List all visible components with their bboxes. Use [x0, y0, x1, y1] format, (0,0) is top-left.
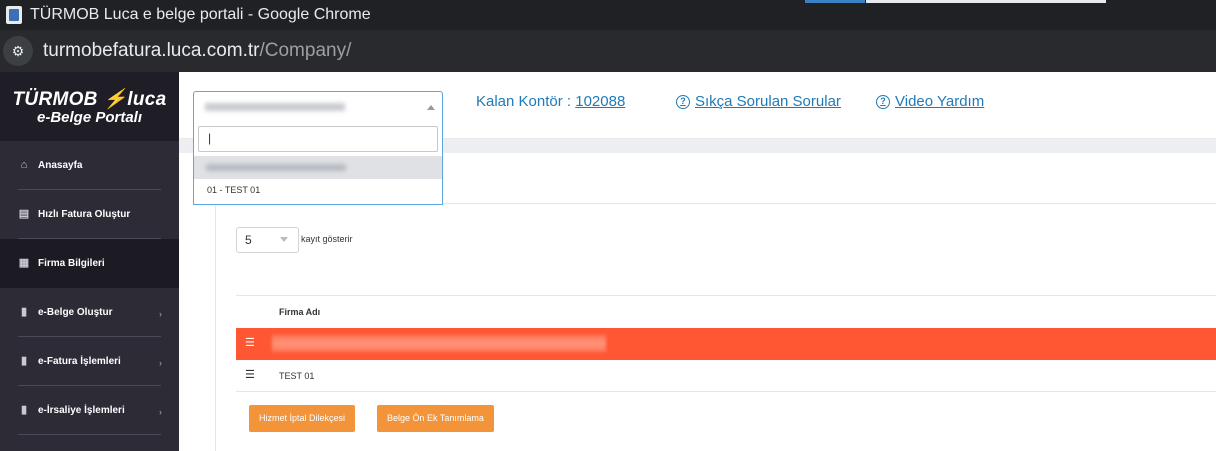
help-circle-icon: ? — [676, 94, 690, 109]
building-icon: ▦ — [18, 257, 30, 269]
kontor-value-link[interactable]: 102088 — [575, 93, 625, 110]
video-link-label: Video Yardım — [895, 93, 985, 110]
chevron-right-icon: › — [159, 309, 162, 319]
caret-up-icon — [427, 105, 435, 110]
faq-link[interactable]: ? Sıkça Sorulan Sorular — [676, 93, 841, 110]
sidebar-item-hizli-fatura[interactable]: ▤ Hızlı Fatura Oluştur — [0, 190, 179, 239]
sidebar-item-label: e-Belge Oluştur — [38, 307, 113, 318]
home-icon: ⌂ — [20, 159, 28, 171]
sidebar-item-label: Firma Bilgileri — [38, 258, 105, 269]
sidebar-item-efatura-islemleri[interactable]: ▮ e-Fatura İşlemleri › — [0, 337, 179, 386]
url-text[interactable]: turmobefatura.luca.com.tr/Company/ — [43, 40, 351, 62]
logo-line2: e-Belge Portalı — [36, 109, 143, 126]
sidebar-item-label: e-İrsaliye İşlemleri — [38, 405, 125, 416]
logo-line1: TÜRMOB ⚡luca — [12, 89, 167, 110]
document-icon: ▮ — [20, 404, 28, 416]
list-icon[interactable]: ☰ — [245, 370, 255, 381]
page-length-select[interactable]: 5 — [236, 227, 299, 253]
sidebar: TÜRMOB ⚡luca e-Belge Portalı ⌂ Anasayfa … — [0, 72, 179, 451]
column-header-firma-adi[interactable]: Firma Adı — [279, 307, 320, 317]
url-path: /Company/ — [259, 40, 352, 61]
faq-link-label: Sıkça Sorulan Sorular — [695, 93, 841, 110]
redacted-option-text — [206, 164, 346, 171]
sidebar-item-label: Hızlı Fatura Oluştur — [38, 209, 131, 220]
chevron-right-icon: › — [159, 407, 162, 417]
sidebar-item-eirsaliye-islemleri[interactable]: ▮ e-İrsaliye İşlemleri › — [0, 386, 179, 435]
sidebar-item-label: Anasayfa — [38, 160, 83, 171]
document-icon: ▮ — [20, 306, 28, 318]
table-cell-name: TEST 01 — [279, 371, 315, 381]
list-icon[interactable]: ☰ — [245, 338, 255, 349]
redacted-company-name — [272, 335, 606, 352]
sidebar-item-anasayfa[interactable]: ⌂ Anasayfa — [0, 141, 179, 190]
caret-down-icon — [280, 237, 288, 242]
turmob-logo[interactable]: TÜRMOB ⚡luca e-Belge Portalı — [0, 72, 179, 141]
tab-indicator — [805, 0, 865, 3]
page-favicon-icon — [6, 6, 22, 24]
document-prefix-button[interactable]: Belge Ön Ek Tanımlama — [377, 405, 494, 432]
address-bar[interactable]: ⚙ turmobefatura.luca.com.tr/Company/ — [0, 30, 1216, 72]
dropdown-option-highlighted[interactable] — [194, 156, 442, 179]
file-icon: ▤ — [18, 208, 30, 220]
sidebar-menu: ⌂ Anasayfa ▤ Hızlı Fatura Oluştur ▦ Firm… — [0, 141, 179, 435]
site-settings-icon[interactable]: ⚙ — [3, 36, 33, 66]
tab-indicator-secondary — [866, 0, 1106, 3]
window-title: TÜRMOB Luca e belge portali - Google Chr… — [30, 6, 371, 23]
chevron-right-icon: › — [159, 358, 162, 368]
table-header: Firma Adı — [236, 295, 1216, 328]
page-length-label: kayıt gösterir — [301, 234, 353, 244]
dropdown-option[interactable]: 01 - TEST 01 — [207, 185, 260, 195]
company-search-input[interactable]: | — [198, 126, 438, 152]
table-row[interactable]: ☰ TEST 01 — [236, 360, 1216, 392]
table-row-selected[interactable]: ☰ — [236, 328, 1216, 360]
video-help-link[interactable]: ? Video Yardım — [876, 93, 984, 110]
help-circle-icon: ? — [876, 94, 890, 109]
page-length-value: 5 — [245, 233, 252, 247]
sidebar-item-firma-bilgileri[interactable]: ▦ Firma Bilgileri — [0, 239, 179, 288]
sidebar-item-ebelge-olustur[interactable]: ▮ e-Belge Oluştur › — [0, 288, 179, 337]
sidebar-item-label: e-Fatura İşlemleri — [38, 356, 121, 367]
service-cancel-petition-button[interactable]: Hizmet İptal Dilekçesi — [249, 405, 356, 432]
company-table: Firma Adı ☰ ☰ TEST 01 — [236, 295, 1216, 392]
url-host: turmobefatura.luca.com.tr — [43, 40, 260, 61]
company-select[interactable] — [193, 91, 443, 123]
redacted-selected-company — [205, 103, 345, 111]
document-icon: ▮ — [20, 355, 28, 367]
browser-title-bar: TÜRMOB Luca e belge portali - Google Chr… — [0, 0, 1216, 30]
kontor-info: Kalan Kontör : 102088 — [476, 93, 625, 110]
company-dropdown-panel: | 01 - TEST 01 — [193, 122, 443, 205]
divider — [18, 434, 161, 435]
kontor-label: Kalan Kontör : — [476, 93, 572, 110]
